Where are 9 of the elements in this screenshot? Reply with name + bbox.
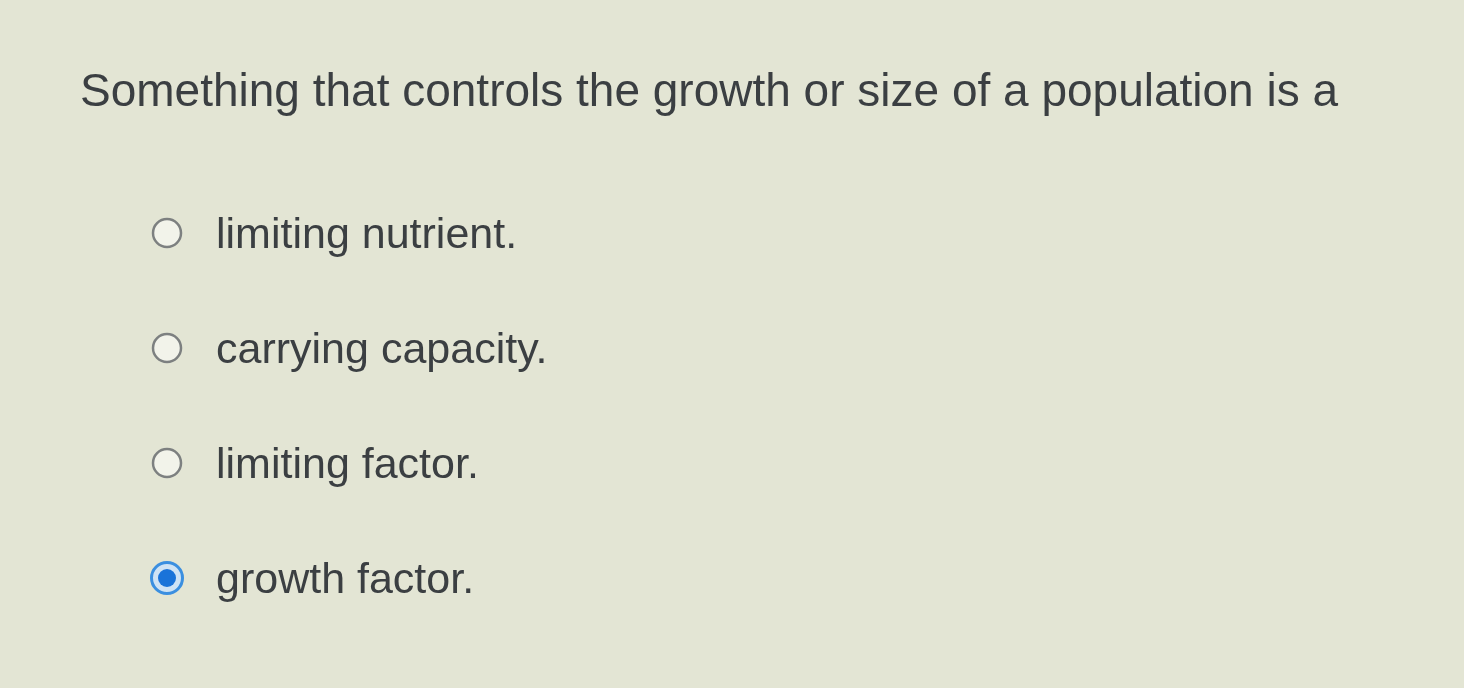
radio-button[interactable]: [150, 331, 184, 365]
answer-option[interactable]: growth factor.: [216, 552, 475, 604]
radio-button[interactable]: [150, 561, 184, 595]
answer-option[interactable]: carrying capacity.: [216, 322, 548, 374]
answer-option[interactable]: limiting nutrient.: [216, 207, 518, 259]
question-text: Something that controls the growth or size of a population is a: [80, 63, 1339, 117]
radio-button[interactable]: [150, 216, 184, 250]
answer-option[interactable]: limiting factor.: [216, 437, 479, 489]
radio-button[interactable]: [150, 446, 184, 480]
